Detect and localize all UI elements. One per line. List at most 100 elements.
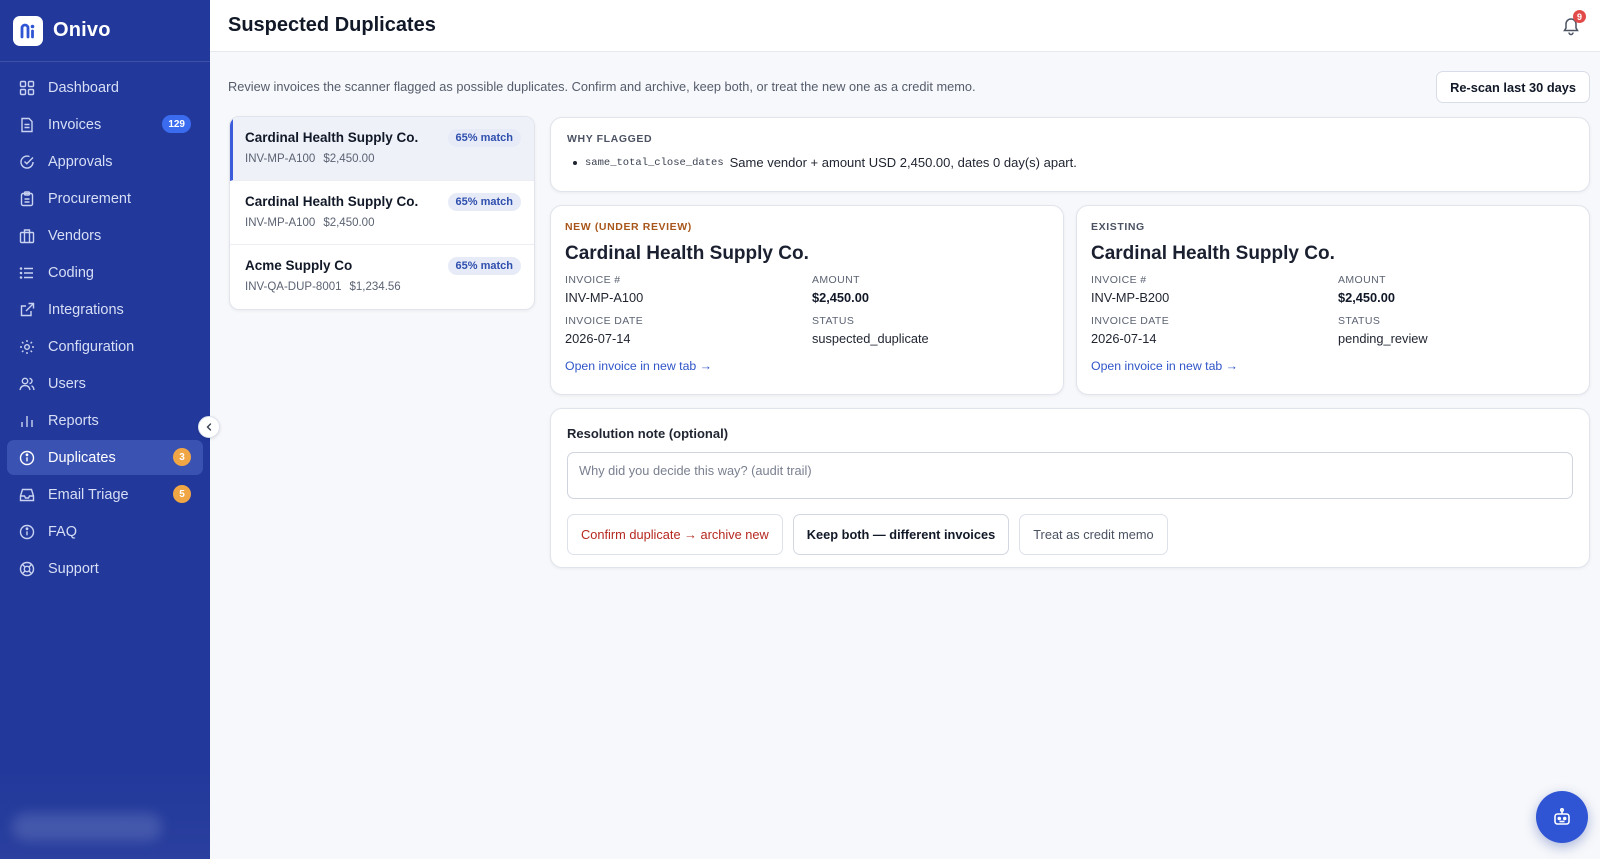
sidebar-item-approvals[interactable]: Approvals xyxy=(7,144,203,179)
external-link-icon xyxy=(18,301,36,319)
rescan-button[interactable]: Re-scan last 30 days xyxy=(1436,71,1590,103)
brand[interactable]: Onivo xyxy=(0,0,210,62)
sidebar-item-users[interactable]: Users xyxy=(7,366,203,401)
credit-memo-button[interactable]: Treat as credit memo xyxy=(1019,514,1168,555)
field-label: INVOICE # xyxy=(565,274,621,286)
flag-rule-code: same_total_close_dates xyxy=(585,156,724,169)
sidebar-item-label: Email Triage xyxy=(48,486,129,503)
status-field: STATUS suspected_duplicate xyxy=(812,315,1049,346)
field-value: $2,450.00 xyxy=(1338,290,1395,305)
existing-invoice-fields: INVOICE # INV-MP-B200 AMOUNT $2,450.00 I… xyxy=(1091,274,1575,346)
dashboard-icon xyxy=(18,79,36,97)
list-icon xyxy=(18,264,36,282)
top-header: Suspected Duplicates 9 xyxy=(210,0,1600,52)
notification-count-badge: 9 xyxy=(1573,10,1586,23)
sidebar-item-label: Approvals xyxy=(48,153,113,170)
sidebar-item-vendors[interactable]: Vendors xyxy=(7,218,203,253)
new-invoice-kicker: NEW (UNDER REVIEW) xyxy=(565,221,692,233)
field-label: INVOICE DATE xyxy=(565,315,644,327)
sidebar-item-duplicates[interactable]: Duplicates 3 xyxy=(7,440,203,475)
sidebar-item-invoices[interactable]: Invoices 129 xyxy=(7,107,203,142)
sidebar-item-label: Procurement xyxy=(48,190,132,207)
page-title: Suspected Duplicates xyxy=(228,14,436,36)
new-invoice-card: NEW (UNDER REVIEW) Cardinal Health Suppl… xyxy=(550,205,1064,395)
sidebar-item-faq[interactable]: FAQ xyxy=(7,514,203,549)
info-icon xyxy=(18,449,36,467)
resolution-note-input[interactable] xyxy=(567,452,1573,499)
sidebar-item-label: Dashboard xyxy=(48,79,119,96)
field-value: INV-MP-B200 xyxy=(1091,290,1170,305)
notifications-button[interactable]: 9 xyxy=(1558,10,1586,39)
field-label: STATUS xyxy=(1338,315,1381,327)
candidate-meta: INV-MP-A100 $2,450.00 xyxy=(245,217,519,229)
sidebar-item-dashboard[interactable]: Dashboard xyxy=(7,70,203,105)
amount-field: AMOUNT $2,450.00 xyxy=(812,274,1049,305)
field-label: INVOICE # xyxy=(1091,274,1147,286)
candidate-meta: INV-MP-A100 $2,450.00 xyxy=(245,153,519,165)
sidebar: Onivo Dashboard Invoices 129 Approvals P… xyxy=(0,0,210,859)
field-label: STATUS xyxy=(812,315,855,327)
sidebar-item-reports[interactable]: Reports xyxy=(7,403,203,438)
flag-reason-text: Same vendor + amount USD 2,450.00, dates… xyxy=(729,155,1077,170)
why-flagged-title: WHY FLAGGED xyxy=(567,133,653,145)
confirm-duplicate-button[interactable]: Confirm duplicate → archive new xyxy=(567,514,783,555)
sidebar-item-procurement[interactable]: Procurement xyxy=(7,181,203,216)
field-value: INV-MP-A100 xyxy=(565,290,644,305)
info-icon xyxy=(18,523,36,541)
list-item[interactable]: Cardinal Health Supply Co. INV-MP-A100 $2… xyxy=(230,181,534,245)
sidebar-item-label: Integrations xyxy=(48,301,124,318)
match-badge: 65% match xyxy=(447,129,521,147)
existing-invoice-kicker: EXISTING xyxy=(1091,221,1145,233)
open-existing-invoice-link[interactable]: Open invoice in new tab → xyxy=(1091,359,1575,373)
chevron-left-icon xyxy=(206,423,212,431)
flag-reason: same_total_close_dates Same vendor + amo… xyxy=(567,155,1573,170)
field-value: 2026-07-14 xyxy=(1091,331,1157,346)
field-value: pending_review xyxy=(1338,331,1428,346)
clipboard-icon xyxy=(18,190,36,208)
check-circle-icon xyxy=(18,153,36,171)
sidebar-item-label: Configuration xyxy=(48,338,135,355)
match-badge: 65% match xyxy=(447,257,521,275)
sidebar-item-label: Reports xyxy=(48,412,99,429)
candidate-meta: INV-QA-DUP-8001 $1,234.56 xyxy=(245,281,519,293)
lifebuoy-icon xyxy=(18,560,36,578)
resolution-note-label: Resolution note (optional) xyxy=(567,426,729,441)
resolution-panel: Resolution note (optional) Confirm dupli… xyxy=(550,408,1590,568)
user-profile[interactable] xyxy=(0,769,210,859)
existing-invoice-card: EXISTING Cardinal Health Supply Co. INVO… xyxy=(1076,205,1590,395)
invoice-number-field: INVOICE # INV-MP-B200 xyxy=(1091,274,1338,305)
sidebar-item-coding[interactable]: Coding xyxy=(7,255,203,290)
sidebar-item-configuration[interactable]: Configuration xyxy=(7,329,203,364)
status-field: STATUS pending_review xyxy=(1338,315,1575,346)
brand-name: Onivo xyxy=(53,19,111,41)
field-value: 2026-07-14 xyxy=(565,331,631,346)
duplicates-count-badge: 3 xyxy=(173,448,191,466)
sidebar-nav: Dashboard Invoices 129 Approvals Procure… xyxy=(0,62,210,586)
inbox-icon xyxy=(18,486,36,504)
candidate-invoice: INV-MP-A100 xyxy=(245,217,316,229)
list-item[interactable]: Acme Supply Co INV-QA-DUP-8001 $1,234.56 … xyxy=(230,245,534,309)
bullet-icon xyxy=(573,160,577,165)
collapse-sidebar-button[interactable] xyxy=(198,416,220,438)
why-flagged-panel: WHY FLAGGED same_total_close_dates Same … xyxy=(550,117,1590,192)
page-description: Review invoices the scanner flagged as p… xyxy=(228,79,976,94)
sidebar-item-email-triage[interactable]: Email Triage 5 xyxy=(7,477,203,512)
keep-both-button[interactable]: Keep both — different invoices xyxy=(792,514,1010,555)
match-badge: 65% match xyxy=(447,193,521,211)
sidebar-item-label: FAQ xyxy=(48,523,78,540)
sidebar-item-label: Invoices xyxy=(48,116,102,133)
field-value: suspected_duplicate xyxy=(812,331,929,346)
sidebar-item-integrations[interactable]: Integrations xyxy=(7,292,203,327)
sidebar-item-label: Support xyxy=(48,560,99,577)
resolution-actions: Confirm duplicate → archive new Keep bot… xyxy=(567,514,1573,555)
invoice-date-field: INVOICE DATE 2026-07-14 xyxy=(1091,315,1338,346)
sidebar-item-label: Users xyxy=(48,375,86,392)
field-label: INVOICE DATE xyxy=(1091,315,1170,327)
gear-icon xyxy=(18,338,36,356)
sidebar-item-support[interactable]: Support xyxy=(7,551,203,586)
field-label: AMOUNT xyxy=(812,274,860,286)
candidate-amount: $2,450.00 xyxy=(323,217,375,229)
open-new-invoice-link[interactable]: Open invoice in new tab → xyxy=(565,359,1049,373)
list-item[interactable]: Cardinal Health Supply Co. INV-MP-A100 $2… xyxy=(230,117,534,181)
assistant-chat-button[interactable] xyxy=(1536,791,1588,843)
